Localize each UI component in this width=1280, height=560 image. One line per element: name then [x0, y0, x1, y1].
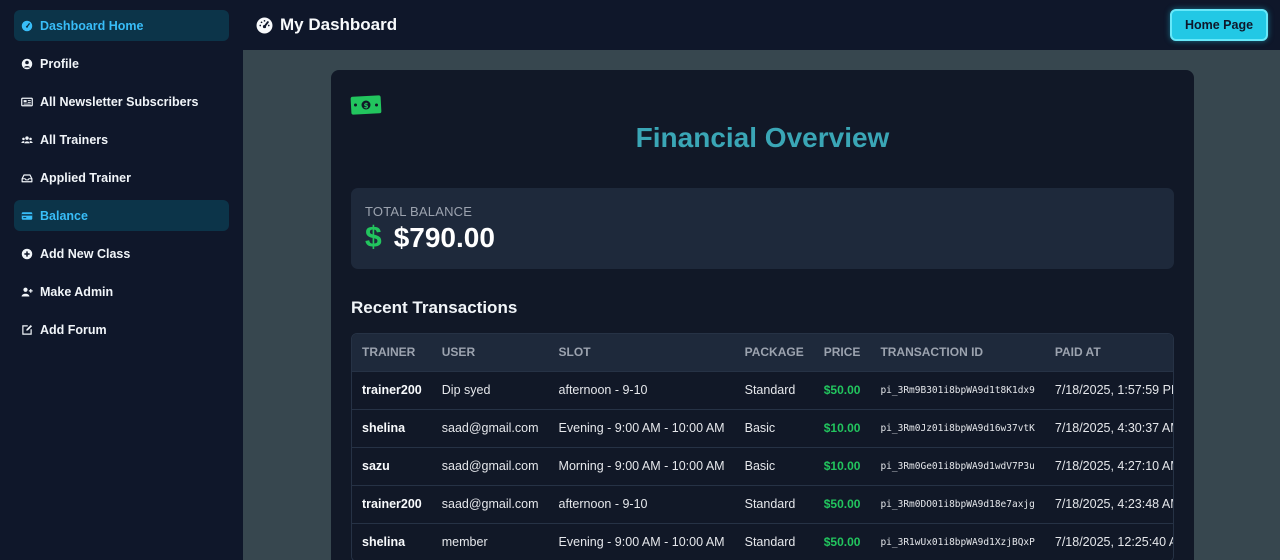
column-header-paid-at: PAID AT: [1054, 345, 1101, 360]
plus-circle-icon: [21, 248, 33, 260]
table-row: trainer200 Dip syed afternoon - 9-10 Sta…: [352, 371, 1174, 409]
cell-slot: Evening - 9:00 AM - 10:00 AM: [558, 535, 725, 550]
cell-slot: Evening - 9:00 AM - 10:00 AM: [558, 421, 725, 435]
total-balance-label: TOTAL BALANCE: [365, 204, 473, 219]
cell-trainer: trainer200: [362, 383, 422, 397]
cell-transaction-id: pi_3R1wUx01i8bpWA9d1XzjBQxP: [880, 536, 1035, 548]
sidebar-item-label: Balance: [40, 208, 88, 223]
credit-card-icon: [21, 210, 33, 222]
top-header: My Dashboard Home Page: [243, 0, 1280, 50]
cell-price: $50.00: [823, 535, 861, 550]
sidebar-item-applied-trainer[interactable]: Applied Trainer: [14, 162, 229, 193]
sidebar-item-balance[interactable]: Balance: [14, 200, 229, 231]
table-row: shelina saad@gmail.com Evening - 9:00 AM…: [352, 409, 1174, 447]
table-header-row: TRAINER USER SLOT PACKAGE PRICE TRANSACT…: [352, 334, 1173, 371]
column-header-trainer: TRAINER: [362, 345, 416, 360]
sidebar-item-label: Profile: [40, 56, 79, 71]
cell-paid-at: 7/18/2025, 4:23:48 AM: [1054, 497, 1174, 511]
total-balance-value: $790.00: [393, 222, 495, 253]
inbox-icon: [21, 172, 33, 184]
cell-user: saad@gmail.com: [441, 421, 539, 435]
cell-slot: Morning - 9:00 AM - 10:00 AM: [558, 459, 725, 473]
gauge-icon: [256, 17, 273, 34]
cell-trainer: shelina: [362, 535, 406, 550]
table-row: trainer200 saad@gmail.com afternoon - 9-…: [352, 485, 1174, 523]
recent-transactions-title: Recent Transactions: [351, 298, 518, 317]
money-bill-icon: $: [350, 94, 382, 116]
page-title-text: My Dashboard: [280, 15, 398, 34]
sidebar-item-make-admin[interactable]: Make Admin: [14, 276, 229, 307]
sidebar-item-label: Make Admin: [40, 284, 114, 299]
page-title: My Dashboard: [256, 15, 397, 35]
sidebar-item-label: Dashboard Home: [40, 18, 144, 33]
cell-transaction-id: pi_3Rm0Ge01i8bpWA9d1wdV7P3u: [880, 460, 1035, 472]
column-header-price: PRICE: [823, 345, 861, 360]
sidebar-item-label: Add New Class: [40, 246, 131, 261]
sidebar-item-all-trainers[interactable]: All Trainers: [14, 124, 229, 155]
cell-paid-at: 7/18/2025, 12:25:40 AM: [1054, 535, 1173, 550]
sidebar-item-label: Applied Trainer: [40, 170, 131, 185]
financial-overview-card: $ Financial Overview TOTAL BALANCE $ $79…: [331, 70, 1194, 560]
cell-user: saad@gmail.com: [441, 459, 539, 473]
sidebar-item-label: Add Forum: [40, 322, 107, 337]
cell-transaction-id: pi_3Rm9B301i8bpWA9d1t8K1dx9: [880, 384, 1035, 396]
sidebar-item-label: All Trainers: [40, 132, 109, 147]
sidebar-item-profile[interactable]: Profile: [14, 48, 229, 79]
sidebar-item-add-forum[interactable]: Add Forum: [14, 314, 229, 345]
table-row: shelina member Evening - 9:00 AM - 10:00…: [352, 523, 1173, 560]
gauge-icon: [21, 20, 33, 32]
cell-paid-at: 7/18/2025, 1:57:59 PM: [1054, 383, 1174, 397]
sidebar-item-dashboard-home[interactable]: Dashboard Home: [14, 10, 229, 41]
total-balance-box: TOTAL BALANCE $ $790.00: [351, 188, 1174, 269]
table-row: sazu saad@gmail.com Morning - 9:00 AM - …: [352, 447, 1174, 485]
cell-trainer: sazu: [362, 459, 390, 473]
cell-trainer: shelina: [362, 421, 406, 435]
sidebar-item-newsletter-subscribers[interactable]: All Newsletter Subscribers: [14, 86, 229, 117]
financial-overview-title: Financial Overview: [635, 122, 890, 153]
edit-icon: [21, 324, 33, 336]
cell-paid-at: 7/18/2025, 4:30:37 AM: [1054, 421, 1174, 435]
cell-paid-at: 7/18/2025, 4:27:10 AM: [1054, 459, 1174, 473]
cell-slot: afternoon - 9-10: [558, 383, 648, 397]
cell-price: $50.00: [823, 383, 861, 397]
cell-user: member: [441, 535, 488, 550]
cell-package: Standard: [744, 535, 796, 550]
column-header-user: USER: [441, 345, 476, 360]
column-header-transaction-id: TRANSACTION ID: [880, 345, 984, 360]
cell-price: $10.00: [823, 421, 861, 435]
users-icon: [21, 134, 33, 146]
cell-price: $50.00: [823, 497, 861, 511]
user-plus-icon: [21, 286, 33, 298]
cell-package: Basic: [744, 459, 776, 473]
user-circle-icon: [21, 58, 33, 70]
cell-package: Basic: [744, 421, 776, 435]
cell-slot: afternoon - 9-10: [558, 497, 648, 511]
cell-package: Standard: [744, 383, 796, 397]
newspaper-icon: [21, 96, 33, 108]
cell-user: saad@gmail.com: [441, 497, 539, 511]
dollar-icon: $: [365, 221, 382, 254]
cell-package: Standard: [744, 497, 796, 511]
column-header-package: PACKAGE: [744, 345, 804, 360]
transactions-table: TRAINER USER SLOT PACKAGE PRICE TRANSACT…: [351, 333, 1174, 560]
column-header-slot: SLOT: [558, 345, 591, 360]
cell-transaction-id: pi_3Rm0Jz01i8bpWA9d16w37vtK: [880, 422, 1035, 434]
cell-price: $10.00: [823, 459, 861, 473]
svg-text:$: $: [364, 102, 369, 110]
sidebar: Dashboard Home Profile All Newsletter Su…: [0, 0, 243, 560]
sidebar-item-add-new-class[interactable]: Add New Class: [14, 238, 229, 269]
home-page-button[interactable]: Home Page: [1170, 9, 1268, 41]
sidebar-item-label: All Newsletter Subscribers: [40, 94, 199, 109]
cell-trainer: trainer200: [362, 497, 422, 511]
cell-transaction-id: pi_3Rm0DO01i8bpWA9d18e7axjg: [880, 498, 1035, 510]
cell-user: Dip syed: [441, 383, 491, 397]
